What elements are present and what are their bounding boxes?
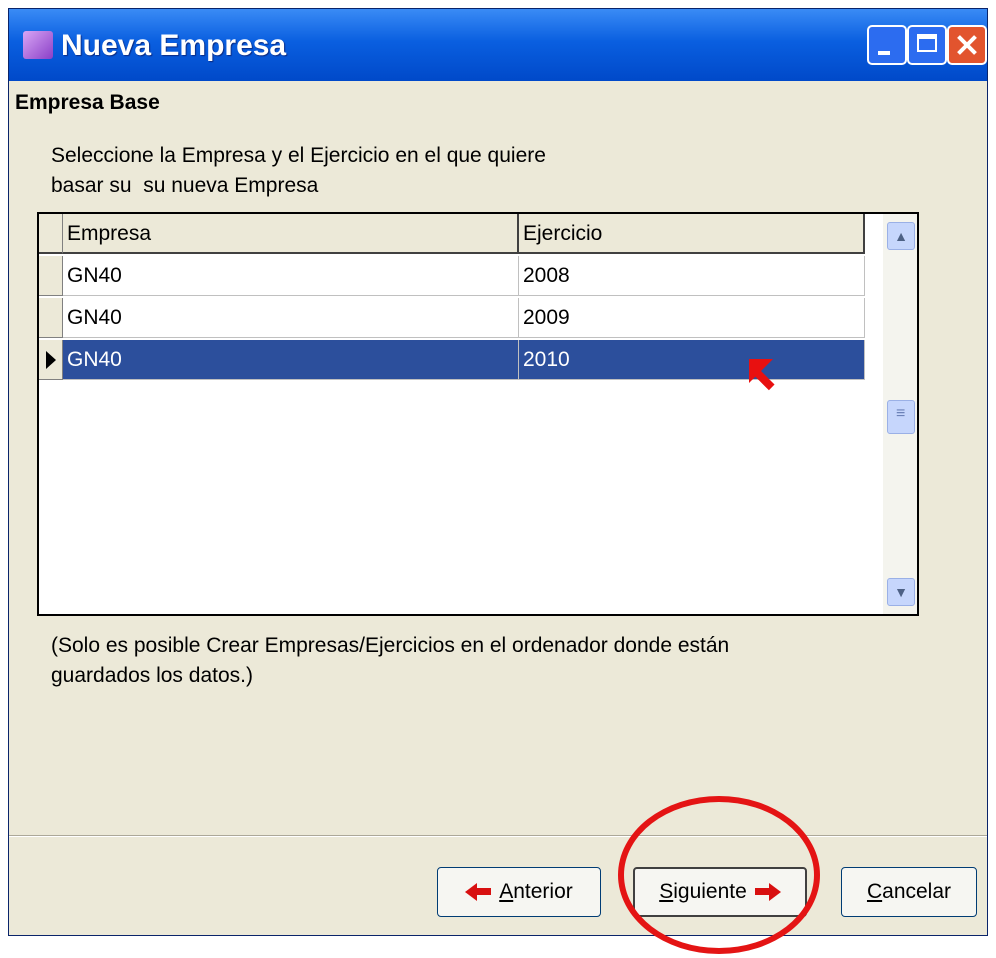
empresa-grid[interactable]: Empresa Ejercicio GN40 2008 GN40 2009 GN… xyxy=(37,212,919,616)
column-header-ejercicio[interactable]: Ejercicio xyxy=(519,214,865,254)
row-indicator[interactable] xyxy=(39,298,63,338)
cell-empresa[interactable]: GN40 xyxy=(63,298,519,338)
siguiente-button[interactable]: Siguiente xyxy=(633,867,807,917)
window-title: Nueva Empresa xyxy=(61,29,287,62)
cell-ejercicio[interactable]: 2010 xyxy=(519,340,865,380)
footer-divider xyxy=(9,835,987,837)
table-row[interactable]: GN40 2009 xyxy=(39,298,865,338)
arrow-right-icon xyxy=(754,883,781,901)
row-indicator-current[interactable] xyxy=(39,340,63,380)
close-button[interactable] xyxy=(947,25,987,65)
cell-ejercicio[interactable]: 2008 xyxy=(519,256,865,296)
instructions-text: Seleccione la Empresa y el Ejercicio en … xyxy=(51,141,546,201)
vertical-scrollbar[interactable]: ▲ ▼ xyxy=(883,214,917,614)
scroll-up-button[interactable]: ▲ xyxy=(887,222,915,250)
minimize-button[interactable] xyxy=(867,25,907,65)
anterior-button[interactable]: Anterior xyxy=(437,867,601,917)
section-title: Empresa Base xyxy=(15,91,160,114)
instructions-line-2: basar su su nueva Empresa xyxy=(51,174,319,197)
maximize-button[interactable] xyxy=(907,25,947,65)
app-icon xyxy=(23,31,53,59)
note-line-2: guardados los datos.) xyxy=(51,664,253,687)
note-text: (Solo es posible Crear Empresas/Ejercici… xyxy=(51,631,871,691)
table-row-selected[interactable]: GN40 2010 xyxy=(39,340,865,380)
title-bar[interactable]: Nueva Empresa xyxy=(9,9,987,81)
cancelar-button[interactable]: Cancelar xyxy=(841,867,977,917)
cell-ejercicio[interactable]: 2009 xyxy=(519,298,865,338)
cancelar-label: Cancelar xyxy=(866,880,952,903)
cell-empresa[interactable]: GN40 xyxy=(63,256,519,296)
table-row[interactable]: GN40 2008 xyxy=(39,256,865,296)
arrow-left-icon xyxy=(465,883,492,901)
current-row-arrow-icon xyxy=(46,351,56,369)
grid-header-row: Empresa Ejercicio xyxy=(39,214,865,254)
scroll-down-button[interactable]: ▼ xyxy=(887,578,915,606)
anterior-label: Anterior xyxy=(499,880,573,903)
cell-empresa[interactable]: GN40 xyxy=(63,340,519,380)
siguiente-label: Siguiente xyxy=(659,880,747,903)
row-indicator[interactable] xyxy=(39,256,63,296)
nueva-empresa-dialog: Nueva Empresa Empresa Base Seleccione la… xyxy=(8,8,988,936)
scroll-thumb[interactable] xyxy=(887,400,915,434)
instructions-line-1: Seleccione la Empresa y el Ejercicio en … xyxy=(51,144,546,167)
row-indicator-header xyxy=(39,214,63,254)
note-line-1: (Solo es posible Crear Empresas/Ejercici… xyxy=(51,634,730,657)
column-header-empresa[interactable]: Empresa xyxy=(63,214,519,254)
